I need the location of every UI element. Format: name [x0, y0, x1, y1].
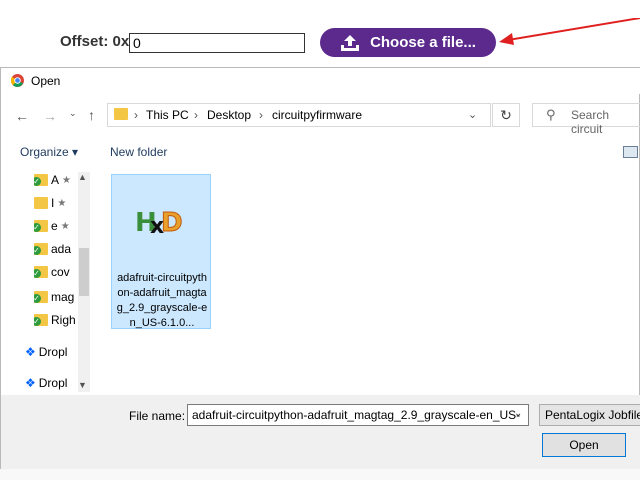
folder-icon [34, 243, 48, 255]
recent-dropdown-icon[interactable]: ⌄ [69, 108, 77, 119]
file-type-select[interactable]: PentaLogix Jobfile [539, 404, 640, 426]
breadcrumb-separator-icon: › [259, 108, 263, 122]
breadcrumb-separator-icon: › [134, 108, 138, 122]
breadcrumb-this-pc[interactable]: This PC [146, 108, 189, 122]
breadcrumb-separator-icon: › [194, 108, 198, 122]
organize-menu[interactable]: Organize ▾ [20, 145, 78, 159]
refresh-button[interactable]: ↻ [492, 103, 520, 127]
breadcrumb-circuitpyfirmware[interactable]: circuitpyfirmware [272, 108, 362, 122]
nav-item-e[interactable]: e ★ [34, 216, 80, 236]
nav-item-label: Righ [51, 313, 76, 327]
view-options-icon[interactable] [623, 146, 638, 158]
nav-item-a[interactable]: A ★ [34, 170, 80, 190]
search-placeholder: Search circuit [571, 108, 610, 136]
hxd-icon: H x D [135, 208, 183, 239]
file-item-name: adafruit-circuitpython-adafruit_magtag_2… [116, 272, 208, 329]
nav-scrollbar-thumb[interactable] [79, 248, 89, 296]
nav-item-righ[interactable]: Righ [34, 310, 80, 330]
search-icon: ⚲ [546, 107, 556, 122]
page-bottom-strip [0, 469, 640, 480]
nav-item-label: cov [51, 265, 70, 279]
scroll-down-icon[interactable]: ▼ [78, 380, 87, 390]
breadcrumb-desktop[interactable]: Desktop [207, 108, 251, 122]
nav-item-label: I [51, 196, 55, 210]
dropbox-icon: ❖ [25, 345, 36, 359]
chevron-down-icon[interactable]: ⌄ [514, 408, 522, 419]
address-dropdown-icon[interactable]: ⌄ [468, 108, 477, 121]
nav-item-label: A [51, 173, 60, 187]
folder-icon [34, 220, 48, 232]
folder-icon [34, 266, 48, 278]
choose-file-button[interactable]: Choose a file... [320, 28, 496, 57]
open-file-dialog: Open ← → ⌄ ↑ › This PC › Desktop › circu… [0, 67, 640, 470]
pin-icon: ★ [57, 197, 67, 209]
forward-arrow-icon[interactable]: → [43, 108, 57, 124]
folder-icon [34, 197, 48, 209]
open-button[interactable]: Open [542, 433, 626, 457]
nav-item-label: Dropl [38, 376, 68, 390]
nav-item-label: ada [51, 242, 72, 256]
refresh-icon: ↻ [500, 107, 512, 123]
folder-icon [114, 108, 128, 120]
svg-text:D: D [161, 208, 183, 238]
choose-file-label: Choose a file... [370, 34, 476, 51]
nav-item-mag[interactable]: mag [34, 287, 80, 307]
back-arrow-icon[interactable]: ← [15, 108, 29, 124]
nav-item-cov[interactable]: cov [34, 262, 80, 282]
offset-input[interactable] [129, 33, 305, 53]
dialog-titlebar [1, 68, 640, 94]
nav-item-dropbox-1[interactable]: ❖ Dropl [25, 342, 79, 362]
nav-item-label: mag [51, 290, 75, 304]
nav-item-label: Dropl [38, 345, 68, 359]
file-name-label: File name: [129, 409, 186, 423]
up-arrow-icon[interactable]: ↑ [88, 107, 95, 123]
pin-icon: ★ [62, 174, 71, 186]
dropbox-icon: ❖ [25, 376, 36, 390]
pin-icon: ★ [60, 220, 70, 232]
folder-icon [34, 291, 48, 303]
offset-label: Offset: 0x [60, 33, 130, 50]
folder-icon [34, 314, 48, 326]
nav-item-i[interactable]: I ★ [34, 193, 80, 213]
upload-icon [341, 34, 360, 51]
nav-item-dropbox-2[interactable]: ❖ Dropl [25, 373, 79, 393]
dialog-title: Open [31, 74, 61, 88]
new-folder-button[interactable]: New folder [110, 145, 167, 159]
file-name-input[interactable]: adafruit-circuitpython-adafruit_magtag_2… [187, 404, 529, 426]
scroll-up-icon[interactable]: ▲ [78, 172, 87, 182]
nav-item-ada[interactable]: ada [34, 239, 80, 259]
chrome-icon [11, 74, 24, 87]
red-arrow-annotation [499, 18, 640, 45]
folder-icon [34, 174, 48, 186]
nav-item-label: e [51, 219, 58, 233]
